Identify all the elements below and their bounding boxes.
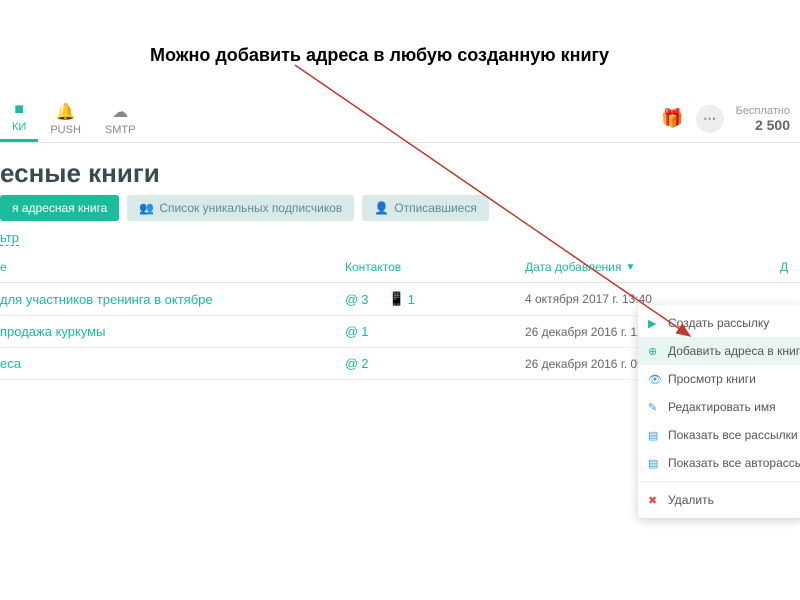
menu-add-addresses[interactable]: ⊕ Добавить адреса в книгу: [638, 337, 800, 365]
more-menu-button[interactable]: ⋯: [696, 105, 724, 133]
filter-link[interactable]: ьтр: [0, 230, 19, 246]
books-icon: ■: [14, 101, 24, 119]
plus-circle-icon: ⊕: [648, 345, 660, 358]
menu-label: Создать рассылку: [668, 316, 769, 330]
nav-tab-label: PUSH: [50, 124, 81, 136]
nav-tabs: ■ КИ 🔔 PUSH ☁ SMTP: [0, 95, 147, 142]
topbar-right: 🎁 ⋯ Бесплатно 2 500: [661, 105, 800, 133]
book-name-link[interactable]: для участников тренинга в октябре: [0, 292, 345, 307]
people-icon: 👥: [139, 201, 154, 215]
list-icon: ▤: [648, 457, 660, 470]
bell-icon: 🔔: [56, 102, 76, 122]
at-icon: @: [345, 292, 358, 307]
top-nav: ■ КИ 🔔 PUSH ☁ SMTP 🎁 ⋯ Бесплатно 2 500: [0, 95, 800, 143]
table-header: е Контактов Дата добавления ▼ Д: [0, 252, 800, 283]
menu-edit-name[interactable]: ✎ Редактировать имя: [638, 393, 800, 421]
menu-create-mailing[interactable]: ▶ Создать рассылку: [638, 309, 800, 337]
contacts-cell: @ 2: [345, 356, 525, 371]
menu-label: Показать все авторассылки п: [668, 456, 800, 470]
th-date-label: Дата добавления: [525, 260, 621, 274]
th-name[interactable]: е: [0, 260, 345, 274]
person-x-icon: 👤: [374, 201, 389, 215]
phone-icon: 📱: [388, 291, 404, 307]
menu-separator: [638, 481, 800, 482]
menu-delete[interactable]: ✖ Удалить: [638, 486, 800, 514]
book-name-link[interactable]: продажа куркумы: [0, 324, 345, 339]
menu-label: Добавить адреса в книгу: [668, 344, 800, 358]
th-date[interactable]: Дата добавления ▼: [525, 260, 780, 274]
date-cell: 4 октября 2017 г. 13:40: [525, 292, 800, 306]
menu-label: Редактировать имя: [668, 400, 776, 414]
play-icon: ▶: [648, 317, 660, 330]
annotation-heading: Можно добавить адреса в любую созданную …: [150, 45, 609, 66]
th-actions: Д: [780, 260, 800, 274]
at-icon: @: [345, 324, 358, 339]
menu-label: Просмотр книги: [668, 372, 756, 386]
pencil-icon: ✎: [648, 401, 660, 414]
menu-label: Показать все рассылки по кн: [668, 428, 800, 442]
nav-tab-smtp[interactable]: ☁ SMTP: [93, 95, 148, 142]
menu-label: Удалить: [668, 493, 714, 507]
x-icon: ✖: [648, 494, 660, 507]
nav-tab-label: SMTP: [105, 124, 136, 136]
menu-show-mailings[interactable]: ▤ Показать все рассылки по кн: [638, 421, 800, 449]
phone-count: 📱 1: [388, 291, 414, 307]
button-label: Список уникальных подписчиков: [159, 201, 342, 215]
menu-view-book[interactable]: 👁 Просмотр книги: [638, 365, 800, 393]
button-label: Отписавшиеся: [394, 201, 477, 215]
balance-amount: 2 500: [736, 117, 790, 133]
context-menu: ▶ Создать рассылку ⊕ Добавить адреса в к…: [638, 305, 800, 518]
gift-icon[interactable]: 🎁: [661, 108, 683, 129]
nav-tab-label: КИ: [12, 121, 26, 133]
cloud-icon: ☁: [112, 102, 128, 122]
contacts-cell: @ 3 📱 1: [345, 291, 525, 307]
button-label: я адресная книга: [12, 201, 107, 215]
balance-display: Бесплатно 2 500: [736, 105, 790, 133]
at-icon: @: [345, 356, 358, 371]
balance-label: Бесплатно: [736, 105, 790, 117]
unique-subscribers-button[interactable]: 👥 Список уникальных подписчиков: [127, 195, 354, 221]
list-icon: ▤: [648, 429, 660, 442]
sort-desc-icon: ▼: [625, 262, 635, 273]
eye-icon: 👁: [648, 373, 660, 386]
th-contacts[interactable]: Контактов: [345, 260, 525, 274]
new-address-book-button[interactable]: я адресная книга: [0, 195, 119, 221]
email-count: @ 3: [345, 291, 368, 307]
page-title: есные книги: [0, 158, 160, 189]
nav-tab-push[interactable]: 🔔 PUSH: [38, 95, 93, 142]
unsubscribed-button[interactable]: 👤 Отписавшиеся: [362, 195, 489, 221]
contacts-cell: @ 1: [345, 324, 525, 339]
menu-show-auto[interactable]: ▤ Показать все авторассылки п: [638, 449, 800, 477]
action-buttons: я адресная книга 👥 Список уникальных под…: [0, 195, 489, 221]
email-count: @ 1: [345, 324, 368, 339]
book-name-link[interactable]: еса: [0, 356, 345, 371]
email-count: @ 2: [345, 356, 368, 371]
nav-tab-books[interactable]: ■ КИ: [0, 95, 38, 142]
